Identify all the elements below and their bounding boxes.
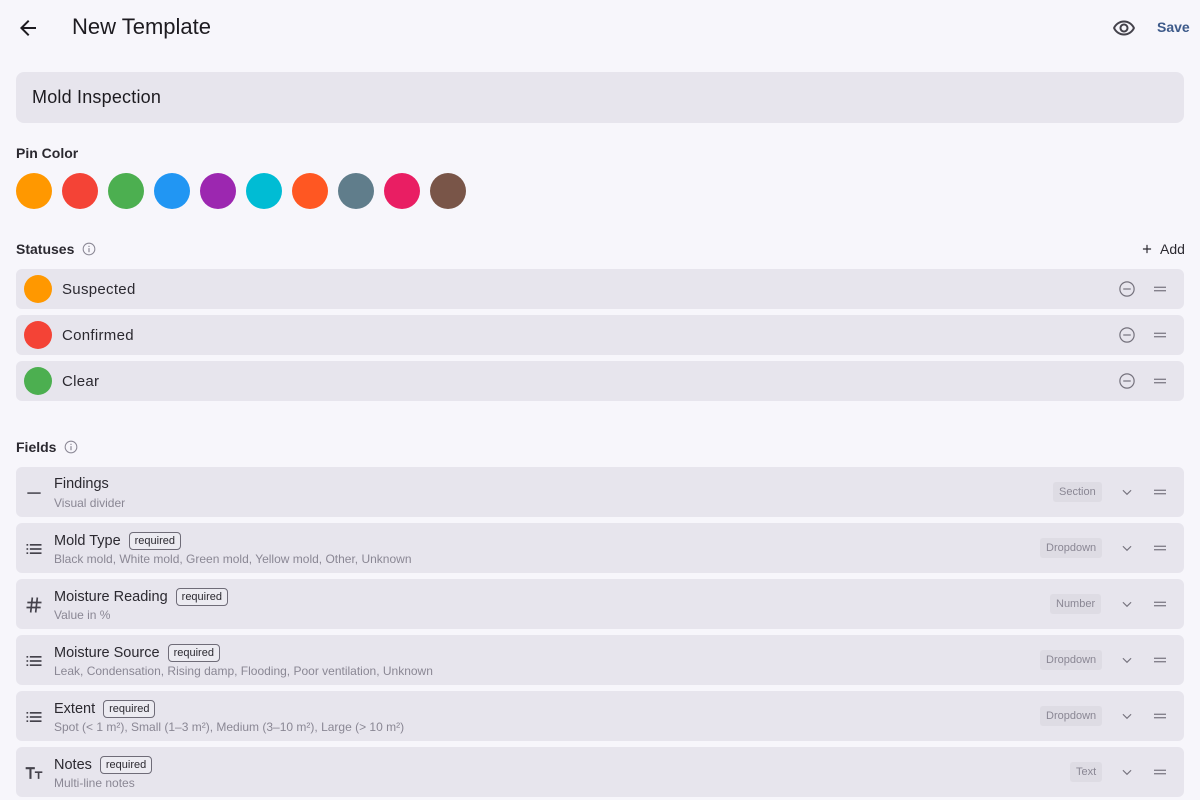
list-icon — [26, 712, 42, 722]
required-badge: required — [175, 588, 229, 606]
pin-color-swatch[interactable] — [154, 173, 190, 209]
field-type-chip: Dropdown — [1040, 706, 1103, 726]
field-name: Moisture Reading — [54, 589, 168, 605]
field-type-chip: Number — [1050, 594, 1102, 614]
field-name-line: Mold Type required — [54, 532, 181, 550]
field-row[interactable]: Moisture Reading required Value in % Number — [16, 579, 1184, 629]
plus-icon — [1142, 244, 1152, 254]
field-name-line: Moisture Source required — [54, 644, 220, 662]
status-color-dot[interactable] — [24, 367, 52, 395]
top-app-bar: New Template Save — [0, 0, 1200, 56]
divider-icon — [27, 492, 41, 494]
chevron-down-icon[interactable] — [1120, 597, 1134, 611]
pin-color-swatch[interactable] — [384, 173, 420, 209]
add-status-label: Add — [1160, 241, 1185, 257]
pin-color-swatch[interactable] — [108, 173, 144, 209]
pin-color-swatch[interactable] — [430, 173, 466, 209]
field-name: Extent — [54, 701, 96, 717]
pin-color-label: Pin Color — [16, 145, 79, 161]
list-icon — [26, 544, 42, 554]
required-badge: required — [103, 700, 156, 718]
status-name[interactable]: Clear — [62, 373, 99, 390]
field-description: Leak, Condensation, Rising damp, Floodin… — [54, 664, 433, 678]
pin-color-swatch[interactable] — [62, 173, 98, 209]
list-icon — [26, 656, 42, 666]
drag-handle-icon[interactable] — [1152, 540, 1168, 556]
status-row: Suspected — [16, 269, 1184, 309]
field-row[interactable]: Findings Visual divider Section — [16, 467, 1184, 517]
drag-handle-icon[interactable] — [1152, 484, 1168, 500]
pin-color-swatch[interactable] — [292, 173, 328, 209]
field-row[interactable]: Notes required Multi-line notes Text — [16, 747, 1184, 797]
field-type-chip: Dropdown — [1040, 538, 1103, 558]
field-description: Spot (< 1 m²), Small (1–3 m²), Medium (3… — [54, 720, 405, 734]
status-color-dot[interactable] — [24, 321, 52, 349]
pin-color-swatch[interactable] — [16, 173, 52, 209]
remove-circle-icon[interactable] — [1118, 280, 1136, 298]
field-row[interactable]: Extent required Spot (< 1 m²), Small (1–3 … — [16, 691, 1184, 741]
status-row: Clear — [16, 361, 1184, 401]
drag-handle-icon[interactable] — [1152, 708, 1168, 724]
field-name: Mold Type — [54, 533, 121, 549]
drag-handle-icon[interactable] — [1152, 596, 1168, 612]
text-format-icon — [25, 767, 43, 779]
info-icon[interactable] — [82, 242, 96, 256]
field-type-chip: Text — [1070, 762, 1103, 782]
field-name-line: Extent required — [54, 700, 156, 718]
drag-handle-icon[interactable] — [1152, 764, 1168, 780]
hash-icon — [26, 597, 42, 613]
field-description: Black mold, White mold, Green mold, Yell… — [54, 552, 412, 566]
field-name: Notes — [54, 757, 92, 773]
status-color-dot[interactable] — [24, 275, 52, 303]
drag-handle-icon[interactable] — [1152, 652, 1168, 668]
pin-color-swatch[interactable] — [246, 173, 282, 209]
field-name: Findings — [54, 476, 109, 492]
back-arrow-icon[interactable] — [16, 16, 40, 40]
field-type-chip: Dropdown — [1040, 650, 1103, 670]
field-row[interactable]: Moisture Source required Leak, Condensatio… — [16, 635, 1184, 685]
chevron-down-icon[interactable] — [1120, 485, 1134, 499]
remove-circle-icon[interactable] — [1118, 326, 1136, 344]
drag-handle-icon[interactable] — [1152, 373, 1168, 389]
field-name-line: Notes required — [54, 756, 153, 774]
field-description: Visual divider — [54, 496, 126, 510]
info-icon[interactable] — [64, 440, 78, 454]
chevron-down-icon[interactable] — [1120, 765, 1134, 779]
status-name[interactable]: Suspected — [62, 281, 136, 298]
field-name-line: Moisture Reading required — [54, 588, 229, 606]
required-badge: required — [128, 532, 181, 550]
template-name-input[interactable]: Mold Inspection — [16, 72, 1184, 123]
drag-handle-icon[interactable] — [1152, 327, 1168, 343]
remove-circle-icon[interactable] — [1118, 372, 1136, 390]
eye-icon[interactable] — [1112, 16, 1136, 40]
add-status-button[interactable]: Add — [1140, 241, 1185, 257]
status-name[interactable]: Confirmed — [62, 327, 134, 344]
field-name-line: Findings — [54, 476, 109, 492]
status-row: Confirmed — [16, 315, 1184, 355]
save-button[interactable]: Save — [1157, 19, 1190, 35]
statuses-label: Statuses — [16, 241, 75, 257]
pin-color-swatch[interactable] — [338, 173, 374, 209]
field-name: Moisture Source — [54, 645, 160, 661]
pin-color-picker — [16, 173, 466, 209]
required-badge: required — [99, 756, 153, 774]
field-row[interactable]: Mold Type required Black mold, White mold,… — [16, 523, 1184, 573]
chevron-down-icon[interactable] — [1120, 653, 1134, 667]
field-description: Value in % — [54, 608, 111, 622]
drag-handle-icon[interactable] — [1152, 281, 1168, 297]
chevron-down-icon[interactable] — [1120, 541, 1134, 555]
fields-label: Fields — [16, 439, 57, 455]
field-description: Multi-line notes — [54, 776, 135, 790]
pin-color-swatch[interactable] — [200, 173, 236, 209]
required-badge: required — [167, 644, 220, 662]
page-title: New Template — [72, 14, 211, 39]
chevron-down-icon[interactable] — [1120, 709, 1134, 723]
field-type-chip: Section — [1053, 482, 1102, 502]
